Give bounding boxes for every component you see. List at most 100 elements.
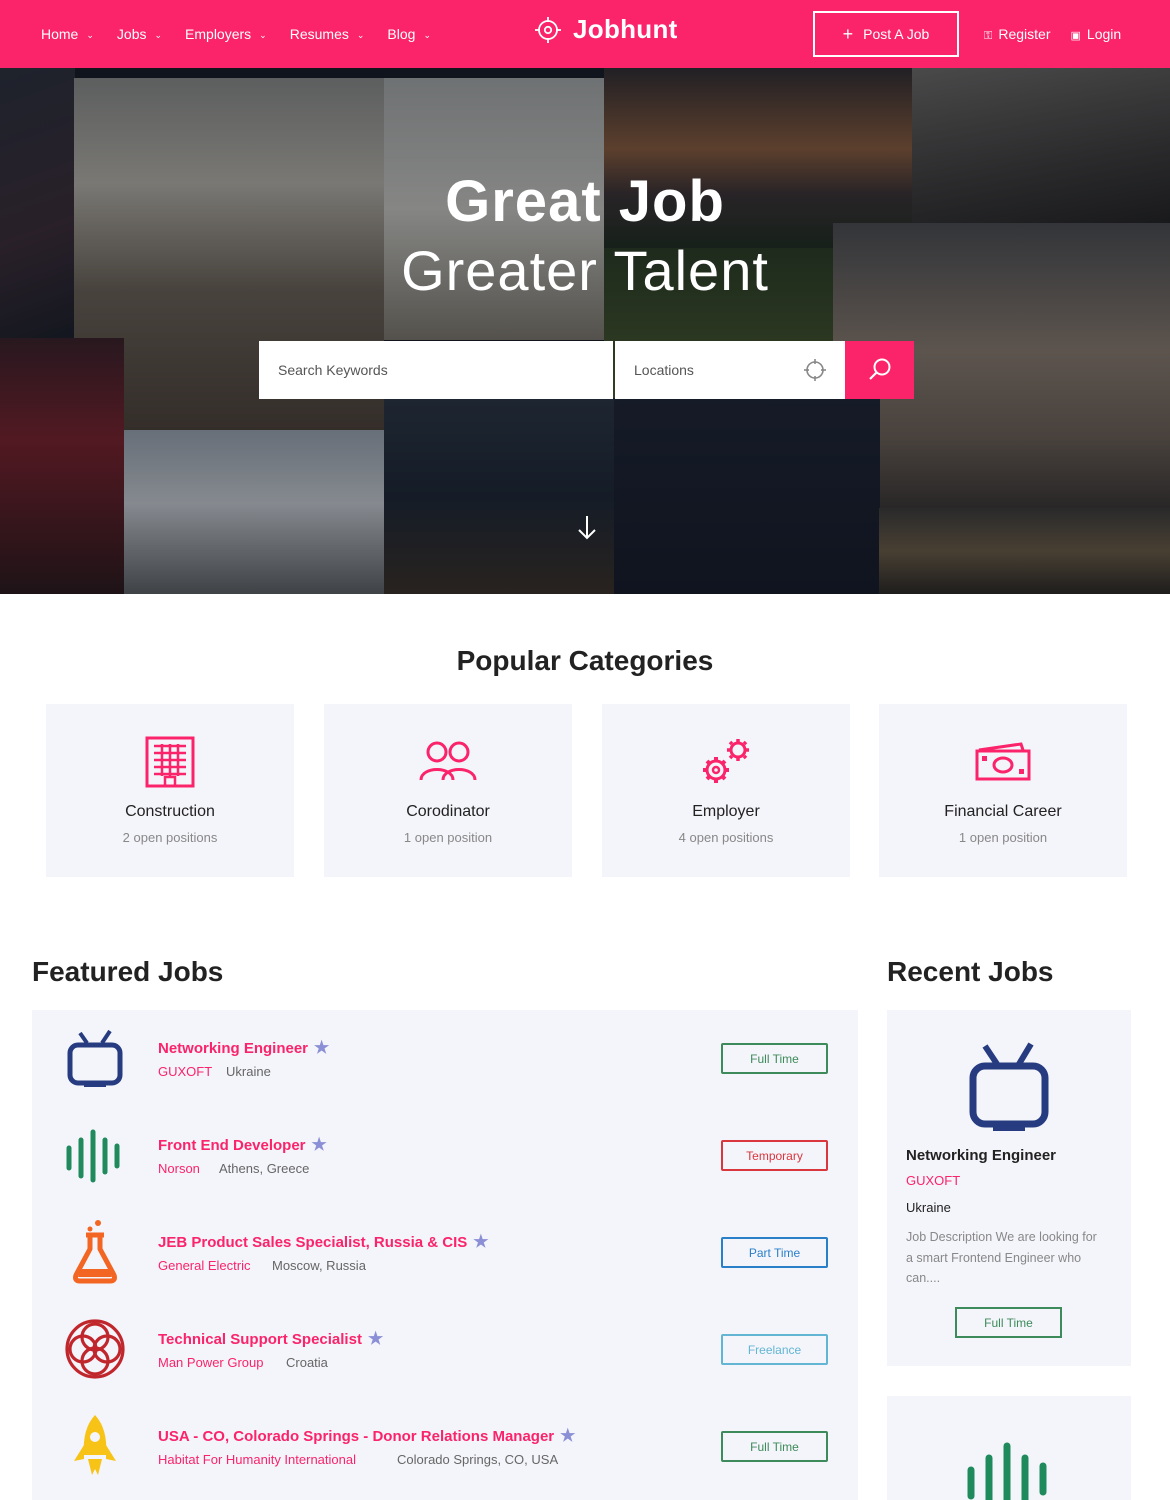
- job-title-link[interactable]: JEB Product Sales Specialist, Russia & C…: [158, 1232, 489, 1252]
- job-type-badge[interactable]: Full Time: [721, 1431, 828, 1462]
- job-title: Technical Support Specialist: [158, 1331, 362, 1348]
- job-row[interactable]: USA - CO, Colorado Springs - Donor Relat…: [32, 1398, 858, 1495]
- job-row[interactable]: Networking Engineer ★ GUXOFT Ukraine Full…: [32, 1010, 858, 1107]
- login-label: Login: [1086, 26, 1122, 42]
- rings-icon: [65, 1319, 125, 1379]
- auth-links: ⚿ Register ▣ Login: [984, 0, 1121, 68]
- money-icon: [975, 742, 1031, 781]
- job-row[interactable]: Front End Developer ★ Norson Athens, Gree…: [32, 1107, 858, 1204]
- soundwave-icon: [967, 1442, 1047, 1500]
- category-count: 4 open positions: [678, 830, 774, 845]
- job-title-link[interactable]: Networking Engineer ★: [158, 1038, 329, 1058]
- job-type-badge[interactable]: Full Time: [955, 1307, 1062, 1338]
- chevron-down-icon: ⌄: [259, 29, 267, 40]
- job-company: General Electric: [158, 1258, 251, 1273]
- crosshair-icon[interactable]: [803, 358, 827, 382]
- nav-item-employers[interactable]: Employers ⌄: [185, 26, 267, 42]
- job-row[interactable]: Technical Support Specialist ★ Man Power …: [32, 1301, 858, 1398]
- job-company: Man Power Group: [158, 1355, 264, 1370]
- job-type-badge[interactable]: Part Time: [721, 1237, 828, 1268]
- login-link[interactable]: ▣ Login: [1071, 26, 1122, 42]
- nav-item-blog[interactable]: Blog ⌄: [387, 26, 431, 42]
- nav-label: Home: [41, 26, 79, 42]
- recent-job-company: GUXOFT: [906, 1173, 961, 1188]
- main-nav: Home ⌄ Jobs ⌄ Employers ⌄ Resumes ⌄ Blog ⌄: [41, 0, 454, 68]
- plus-icon: +: [842, 24, 854, 44]
- nav-label: Resumes: [289, 26, 349, 42]
- job-title-link[interactable]: Technical Support Specialist ★: [158, 1329, 383, 1349]
- search-keywords-input[interactable]: Search Keywords: [259, 341, 613, 399]
- site-logo[interactable]: Jobhunt: [535, 14, 678, 45]
- search-icon: [868, 358, 890, 380]
- recent-job-card[interactable]: Networking Engineer GUXOFT Ukraine Job D…: [887, 1010, 1131, 1366]
- recent-job-location: Ukraine: [906, 1200, 951, 1215]
- category-card-financial-career[interactable]: Financial Career 1 open position: [879, 704, 1127, 877]
- flask-icon: [73, 1220, 117, 1284]
- job-title-link[interactable]: USA - CO, Colorado Springs - Donor Relat…: [158, 1426, 575, 1446]
- job-title: Networking Engineer: [158, 1040, 309, 1057]
- search-button[interactable]: [845, 341, 914, 399]
- soundwave-icon: [66, 1129, 120, 1183]
- nav-item-resumes[interactable]: Resumes ⌄: [290, 26, 365, 42]
- job-title: Front End Developer: [158, 1137, 306, 1154]
- job-location: Ukraine: [226, 1064, 271, 1079]
- popular-categories-title: Popular Categories: [456, 645, 714, 676]
- category-name: Corodinator: [406, 803, 490, 820]
- star-icon: ★: [311, 1135, 327, 1154]
- post-job-label: Post A Job: [863, 26, 930, 42]
- hero-title: Great Job: [445, 169, 725, 234]
- logo-text: Jobhunt: [573, 14, 678, 44]
- nav-label: Employers: [185, 26, 252, 42]
- job-type-badge[interactable]: Full Time: [721, 1043, 828, 1074]
- job-location: Colorado Springs, CO, USA: [397, 1452, 559, 1467]
- category-name: Construction: [125, 803, 215, 820]
- recent-job-title[interactable]: Networking Engineer: [906, 1147, 1056, 1164]
- recent-jobs-title: Recent Jobs: [887, 956, 1054, 987]
- category-name: Employer: [692, 803, 760, 820]
- chevron-down-icon: ⌄: [423, 29, 431, 40]
- register-link[interactable]: ⚿ Register: [984, 26, 1051, 43]
- recent-job-description: Job Description We are looking for a sma…: [906, 1230, 1097, 1285]
- category-count: 2 open positions: [122, 830, 218, 845]
- nav-item-home[interactable]: Home ⌄: [41, 26, 94, 42]
- recent-job-card[interactable]: [887, 1396, 1131, 1500]
- job-title: USA - CO, Colorado Springs - Donor Relat…: [158, 1428, 555, 1445]
- key-icon: ⚿: [984, 29, 993, 42]
- featured-jobs-list: Networking Engineer ★ GUXOFT Ukraine Full…: [32, 1010, 858, 1500]
- category-name: Financial Career: [944, 803, 1062, 820]
- chevron-down-icon: ⌄: [86, 29, 94, 40]
- star-icon: ★: [367, 1329, 384, 1348]
- location-placeholder: Locations: [634, 362, 694, 378]
- register-label: Register: [998, 25, 1051, 42]
- category-card-corodinator[interactable]: Corodinator 1 open position: [324, 704, 572, 877]
- nav-label: Blog: [387, 26, 416, 42]
- rocket-icon: [74, 1415, 116, 1475]
- scroll-down-icon[interactable]: [575, 514, 599, 542]
- chevron-down-icon: ⌄: [154, 29, 163, 40]
- category-card-employer[interactable]: Employer 4 open positions: [602, 704, 850, 877]
- search-placeholder: Search Keywords: [278, 362, 388, 378]
- job-location: Athens, Greece: [219, 1161, 310, 1176]
- job-location: Moscow, Russia: [272, 1258, 366, 1273]
- category-card-construction[interactable]: Construction 2 open positions: [46, 704, 294, 877]
- tv-icon: [67, 1029, 123, 1087]
- target-icon: [535, 16, 561, 43]
- locations-input[interactable]: Locations: [615, 341, 845, 399]
- job-company: GUXOFT: [158, 1064, 213, 1079]
- job-type-badge[interactable]: Temporary: [721, 1140, 828, 1171]
- job-row[interactable]: JEB Product Sales Specialist, Russia & C…: [32, 1204, 858, 1301]
- building-icon: [145, 736, 195, 788]
- star-icon: ★: [560, 1426, 576, 1445]
- nav-label: Jobs: [116, 26, 147, 42]
- category-count: 1 open position: [403, 830, 493, 845]
- star-icon: ★: [314, 1038, 330, 1057]
- job-company: Habitat For Humanity International: [158, 1452, 356, 1467]
- hero-subtitle: Greater Talent: [401, 239, 769, 302]
- job-title-link[interactable]: Front End Developer ★: [158, 1135, 327, 1155]
- job-type-badge[interactable]: Freelance: [721, 1334, 828, 1365]
- job-location: Croatia: [286, 1355, 328, 1370]
- job-company: Norson: [158, 1161, 200, 1176]
- top-navbar: Home ⌄ Jobs ⌄ Employers ⌄ Resumes ⌄ Blog ⌄ Jo…: [0, 0, 1170, 68]
- post-job-button[interactable]: + Post A Job: [813, 11, 959, 57]
- nav-item-jobs[interactable]: Jobs ⌄: [117, 26, 162, 42]
